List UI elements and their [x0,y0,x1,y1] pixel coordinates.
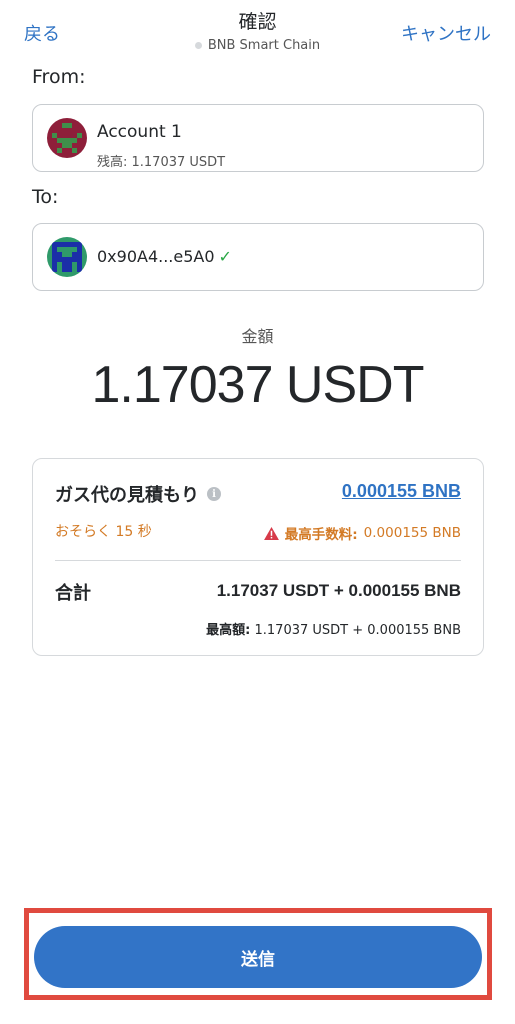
recipient-address: 0x90A4...e5A0 ✓ [97,247,232,266]
gas-fee-amount-link[interactable]: 0.000155 BNB [342,481,461,502]
gas-fee-title: ガス代の見積もり i [55,481,221,507]
to-account-card[interactable]: 0x90A4...e5A0 ✓ [32,223,484,291]
to-label: To: [32,186,59,208]
max-fee: 最高手数料: 0.000155 BNB [263,523,461,543]
account-balance: 残高: 1.17037 USDT [97,155,226,170]
total-max-label: 最高額: [206,623,251,638]
from-account-card[interactable]: Account 1 残高: 1.17037 USDT [32,104,484,172]
header: 戻る 確認 BNB Smart Chain キャンセル [0,0,515,60]
send-button[interactable]: 送信 [34,926,482,988]
gas-fee-card: ガス代の見積もり i 0.000155 BNB おそらく 15 秒 最高手数料:… [32,458,484,656]
max-fee-value: 0.000155 BNB [363,525,461,541]
recipient-avatar-icon [47,237,87,277]
amount-value: 1.17037 USDT [91,356,425,414]
gas-fee-title-text: ガス代の見積もり [55,485,199,506]
network-status-icon [194,42,202,49]
account-avatar-icon [47,118,87,158]
divider [55,560,461,561]
cancel-button[interactable]: キャンセル [401,20,491,46]
info-icon[interactable]: i [207,487,221,501]
total-value: 1.17037 USDT + 0.000155 BNB [216,581,461,600]
network-indicator: BNB Smart Chain [194,38,321,53]
warning-icon [263,526,279,540]
total-max: 最高額: 1.17037 USDT + 0.000155 BNB [206,619,461,638]
amount-label: 金額 [241,327,274,346]
verified-check-icon: ✓ [218,247,232,266]
total-max-value: 1.17037 USDT + 0.000155 BNB [254,623,462,638]
from-label: From: [32,66,86,88]
account-name: Account 1 [97,122,182,142]
network-name: BNB Smart Chain [207,38,321,53]
gas-fee-time-estimate: おそらく 15 秒 [55,524,152,540]
recipient-address-text: 0x90A4...e5A0 [97,247,215,266]
max-fee-label: 最高手数料: [284,527,358,543]
total-label: 合計 [55,583,91,604]
